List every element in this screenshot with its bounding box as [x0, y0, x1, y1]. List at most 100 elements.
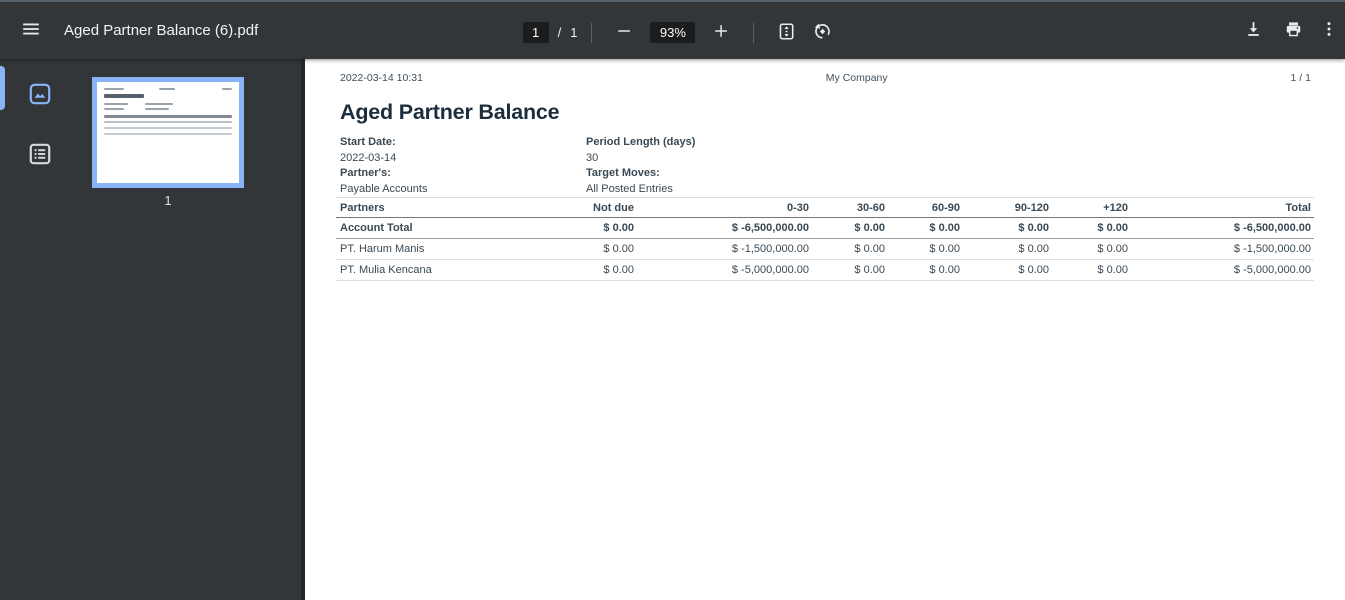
printer-icon	[1283, 19, 1304, 43]
toolbar-center-controls: / 1 93%	[523, 4, 841, 61]
report-printed-datetime: 2022-03-14 10:31	[340, 72, 423, 84]
thumb-table-line	[104, 121, 232, 123]
zoom-level-indicator[interactable]: 93%	[650, 22, 695, 43]
cell: $ 0.00	[1052, 218, 1131, 239]
cell: $ 0.00	[1052, 260, 1131, 281]
cell: Account Total	[336, 218, 516, 239]
page-number-input[interactable]	[523, 22, 549, 43]
thumb-table-line	[104, 127, 232, 129]
list-icon	[27, 141, 53, 170]
col-partners: Partners	[336, 198, 516, 218]
fit-to-page-button[interactable]	[768, 15, 804, 51]
rotate-button[interactable]	[804, 15, 840, 51]
active-pane-indicator	[0, 66, 5, 110]
page-total-count: 1	[570, 25, 577, 40]
report-company-name: My Company	[826, 72, 888, 84]
cell: $ -1,500,000.00	[637, 239, 812, 260]
thumb-meta-line	[104, 103, 128, 105]
cell: $ 0.00	[963, 239, 1052, 260]
toolbar-separator	[753, 23, 754, 43]
partner-row: PT. Mulia Kencana $ 0.00 $ -5,000,000.00…	[336, 260, 1314, 281]
thumb-header-line	[159, 88, 175, 90]
toolbar-right	[1235, 13, 1345, 49]
minus-icon	[614, 21, 634, 44]
cell: $ 0.00	[963, 218, 1052, 239]
thumb-table-line	[104, 115, 232, 118]
rotate-counterclockwise-icon	[812, 21, 833, 45]
fit-to-page-icon	[776, 21, 797, 45]
thumbnail-page-preview	[97, 82, 239, 183]
thumb-meta-line	[104, 108, 124, 110]
thumb-table-line	[104, 133, 232, 135]
plus-icon	[711, 21, 731, 44]
cell: $ 0.00	[888, 260, 963, 281]
pdf-page: 2022-03-14 10:31 My Company 1 / 1 Aged P…	[305, 59, 1345, 600]
download-icon	[1243, 19, 1264, 43]
target-moves-value: All Posted Entries	[586, 182, 695, 198]
zoom-out-button[interactable]	[606, 15, 642, 51]
report-filters: Start Date: Period Length (days) 2022-03…	[340, 135, 695, 197]
table-header-row: Partners Not due 0-30 30-60 60-90 90-120…	[336, 198, 1314, 218]
hamburger-icon	[20, 18, 42, 43]
col-90-120: 90-120	[963, 198, 1052, 218]
more-options-button[interactable]	[1315, 13, 1343, 49]
report-header: 2022-03-14 10:31 My Company 1 / 1	[340, 72, 1311, 84]
col-60-90: 60-90	[888, 198, 963, 218]
col-not-due: Not due	[516, 198, 637, 218]
thumb-header-line	[222, 88, 232, 90]
cell: $ -5,000,000.00	[637, 260, 812, 281]
thumb-header-line	[104, 88, 124, 90]
cell: $ 0.00	[888, 218, 963, 239]
cell: $ 0.00	[812, 218, 888, 239]
cell: $ 0.00	[516, 260, 637, 281]
period-length-value: 30	[586, 151, 695, 167]
cell: $ -6,500,000.00	[1131, 218, 1314, 239]
cell: $ 0.00	[516, 239, 637, 260]
thumb-meta-line	[145, 103, 173, 105]
partners-label: Partner's:	[340, 166, 586, 182]
thumbnail-page-number: 1	[92, 193, 244, 208]
toolbar-left: Aged Partner Balance (6).pdf	[0, 13, 258, 49]
download-button[interactable]	[1235, 13, 1271, 49]
target-moves-label: Target Moves:	[586, 166, 695, 182]
cell: PT. Harum Manis	[336, 239, 516, 260]
toolbar-separator	[591, 23, 592, 43]
cell: $ -1,500,000.00	[1131, 239, 1314, 260]
cell: $ 0.00	[812, 260, 888, 281]
picture-icon	[27, 81, 53, 110]
col-plus-120: +120	[1052, 198, 1131, 218]
partner-row: PT. Harum Manis $ 0.00 $ -1,500,000.00 $…	[336, 239, 1314, 260]
partners-value: Payable Accounts	[340, 182, 586, 198]
report-title: Aged Partner Balance	[340, 100, 559, 125]
period-length-label: Period Length (days)	[586, 135, 695, 151]
zoom-in-button[interactable]	[703, 15, 739, 51]
print-button[interactable]	[1275, 13, 1311, 49]
cell: $ 0.00	[888, 239, 963, 260]
thumb-title-line	[104, 94, 144, 98]
cell: PT. Mulia Kencana	[336, 260, 516, 281]
start-date-label: Start Date:	[340, 135, 586, 151]
document-outline-button[interactable]	[22, 137, 58, 173]
page-divider: /	[558, 25, 562, 40]
thumb-meta-line	[145, 108, 169, 110]
start-date-value: 2022-03-14	[340, 151, 586, 167]
cell: $ -6,500,000.00	[637, 218, 812, 239]
cell: $ 0.00	[963, 260, 1052, 281]
cell: $ 0.00	[1052, 239, 1131, 260]
col-total: Total	[1131, 198, 1314, 218]
aged-balance-table: Partners Not due 0-30 30-60 60-90 90-120…	[336, 197, 1314, 281]
pdf-file-title: Aged Partner Balance (6).pdf	[64, 22, 258, 39]
report-page-indicator: 1 / 1	[1291, 72, 1311, 84]
three-dot-menu-icon	[1319, 19, 1339, 42]
thumbnail-sidebar: 1	[0, 59, 305, 600]
pdf-toolbar: Aged Partner Balance (6).pdf / 1 93%	[0, 0, 1345, 59]
cell: $ 0.00	[516, 218, 637, 239]
cell: $ 0.00	[812, 239, 888, 260]
cell: $ -5,000,000.00	[1131, 260, 1314, 281]
page-1-thumbnail[interactable]	[92, 77, 244, 188]
thumbnails-view-button[interactable]	[22, 77, 58, 113]
menu-button[interactable]	[13, 13, 49, 49]
col-30-60: 30-60	[812, 198, 888, 218]
col-0-30: 0-30	[637, 198, 812, 218]
account-total-row: Account Total $ 0.00 $ -6,500,000.00 $ 0…	[336, 218, 1314, 239]
